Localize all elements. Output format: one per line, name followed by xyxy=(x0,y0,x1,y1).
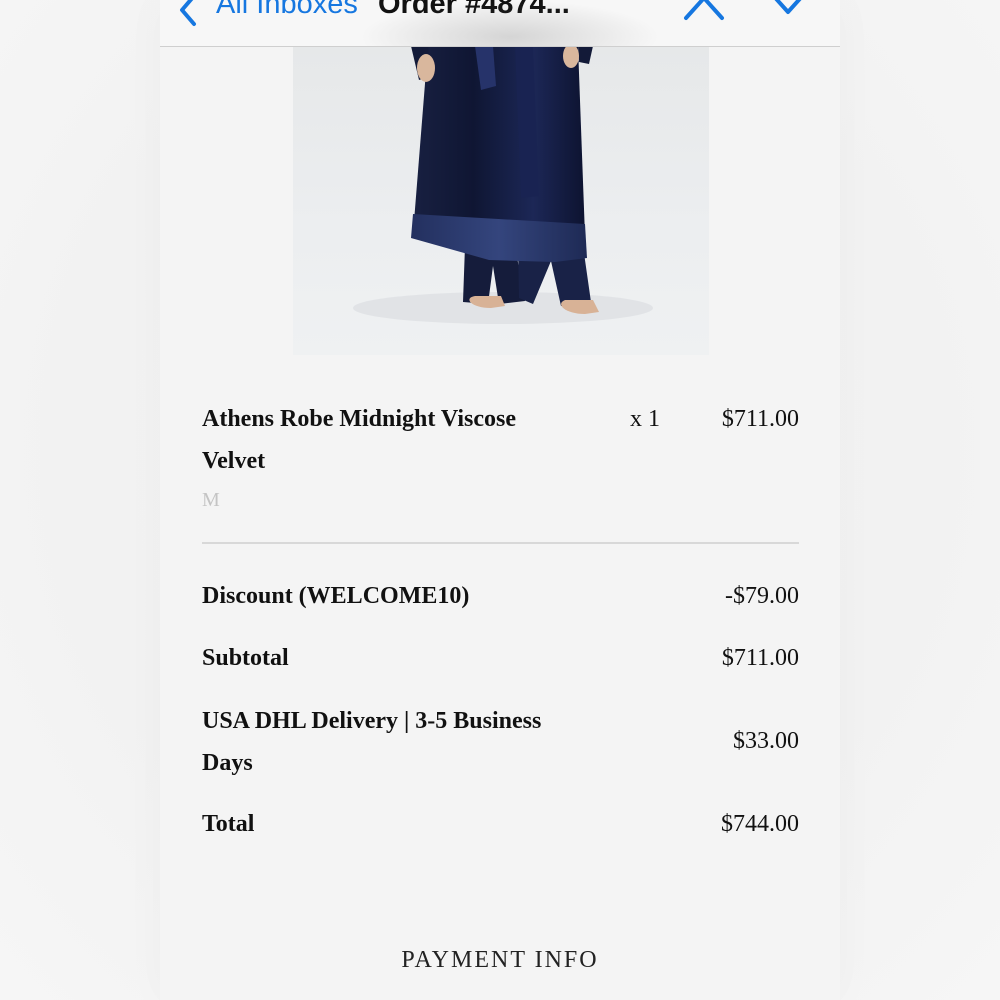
chevron-left-icon[interactable] xyxy=(174,0,204,28)
email-screen: All Inboxes Order #4874... Athens Robe M… xyxy=(0,0,1000,1000)
shipping-label: USA DHL Delivery | 3-5 Business Days xyxy=(202,708,542,776)
product-name[interactable]: Athens Robe Midnight Viscose Velvet xyxy=(202,398,582,482)
subtotal-value: $711.00 xyxy=(721,645,799,671)
subtotal-label: Subtotal xyxy=(202,645,289,671)
product-illustration xyxy=(353,46,653,324)
back-to-inboxes-link[interactable]: All Inboxes xyxy=(216,0,358,21)
discount-label: Discount (WELCOME10) xyxy=(202,583,470,609)
total-label: Total xyxy=(202,811,255,837)
mail-nav-bar: All Inboxes Order #4874... xyxy=(160,0,840,47)
product-image xyxy=(293,46,709,355)
line-item-divider xyxy=(202,542,799,544)
total-value: $744.00 xyxy=(721,811,799,837)
product-quantity: x 1 xyxy=(630,406,660,432)
discount-value: -$79.00 xyxy=(725,583,799,609)
chevron-down-icon[interactable] xyxy=(764,0,812,22)
product-price: $711.00 xyxy=(721,406,799,432)
shipping-value: $33.00 xyxy=(733,728,799,754)
message-subject-title: Order #4874... xyxy=(378,0,570,20)
payment-info-heading: PAYMENT INFO xyxy=(401,947,599,973)
chevron-up-icon[interactable] xyxy=(680,0,728,22)
product-variant-size: M xyxy=(202,489,220,511)
